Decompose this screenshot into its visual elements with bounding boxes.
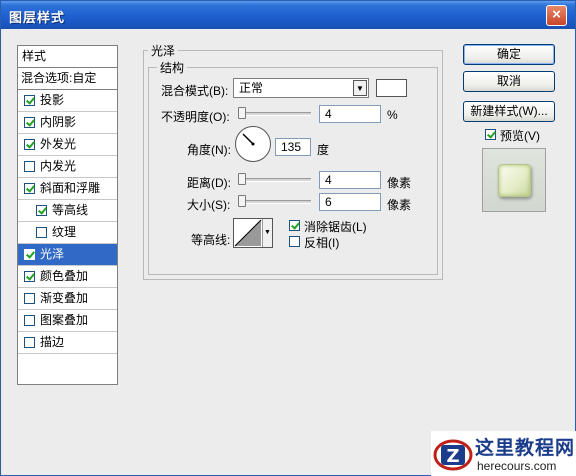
size-field[interactable]: 6: [319, 193, 381, 211]
size-unit: 像素: [387, 198, 412, 212]
style-item-label: 内发光: [40, 159, 77, 173]
style-item[interactable]: 投影: [18, 90, 117, 112]
dialog-body: 样式 混合选项:自定 投影 内阴影 外发光 内发光 斜面和浮雕 等高线 纹理 光泽 颜色叠加 渐变…: [3, 29, 575, 475]
size-slider[interactable]: [241, 200, 311, 204]
angle-label: 角度(N):: [187, 143, 231, 157]
style-checkbox-icon[interactable]: [24, 271, 35, 282]
site-watermark: Z 这里教程网 herecours.com: [431, 431, 576, 476]
angle-unit: 度: [317, 143, 330, 157]
close-button[interactable]: ×: [546, 5, 567, 26]
style-item[interactable]: 光泽: [18, 244, 117, 266]
style-item[interactable]: 渐变叠加: [18, 288, 117, 310]
style-item[interactable]: 图案叠加: [18, 310, 117, 332]
angle-needle-icon: [242, 133, 255, 146]
structure-group: 结构 混合模式(B): 正常 ▼ 不透明度(O): 4 % 角度(N): 135…: [148, 59, 438, 275]
style-item-label: 等高线: [52, 203, 89, 217]
preview-label: 预览(V): [500, 129, 540, 143]
contour-dropdown-icon[interactable]: ▼: [262, 219, 272, 247]
style-checkbox-icon[interactable]: [24, 337, 35, 348]
satin-group-title: 光泽: [148, 42, 179, 59]
title-bar[interactable]: 图层样式 ×: [1, 1, 575, 29]
contour-curve-icon: [234, 219, 262, 247]
style-checkbox-icon[interactable]: [24, 315, 35, 326]
blend-options-item[interactable]: 混合选项:自定: [18, 68, 117, 90]
style-checkbox-icon[interactable]: [24, 95, 35, 106]
opacity-slider[interactable]: [241, 112, 311, 116]
style-item[interactable]: 纹理: [18, 222, 117, 244]
angle-field[interactable]: 135: [275, 138, 311, 156]
style-preview: [482, 148, 546, 212]
structure-group-title: 结构: [157, 59, 188, 76]
opacity-slider-handle[interactable]: [238, 107, 246, 119]
opacity-label: 不透明度(O):: [161, 110, 230, 124]
site-logo-icon: Z: [433, 439, 473, 471]
preview-checkbox[interactable]: 预览(V): [485, 127, 555, 143]
blend-mode-label: 混合模式(B):: [161, 84, 229, 98]
ok-button[interactable]: 确定: [463, 44, 555, 65]
style-checkbox-icon[interactable]: [24, 183, 35, 194]
distance-slider-handle[interactable]: [238, 173, 246, 185]
size-slider-handle[interactable]: [238, 195, 246, 207]
style-checkbox-icon[interactable]: [24, 117, 35, 128]
distance-unit: 像素: [387, 176, 412, 190]
window-title: 图层样式: [9, 10, 66, 25]
new-style-button[interactable]: 新建样式(W)...: [463, 101, 555, 122]
distance-slider[interactable]: [241, 178, 311, 182]
style-checkbox-icon[interactable]: [24, 161, 35, 172]
invert-check-icon[interactable]: [289, 236, 300, 247]
angle-dial[interactable]: [235, 126, 271, 162]
anti-alias-label: 消除锯齿(L): [304, 220, 367, 234]
distance-field[interactable]: 4: [319, 171, 381, 189]
style-list-header[interactable]: 样式: [18, 46, 117, 68]
blend-mode-value: 正常: [239, 81, 264, 95]
color-swatch[interactable]: [376, 79, 407, 97]
opacity-field[interactable]: 4: [319, 105, 381, 123]
style-checkbox-icon[interactable]: [36, 227, 47, 238]
style-checkbox-icon[interactable]: [24, 249, 35, 260]
site-url: herecours.com: [477, 459, 557, 473]
preview-check-icon[interactable]: [485, 129, 496, 140]
size-label: 大小(S):: [187, 198, 231, 212]
style-item-label: 图案叠加: [40, 313, 89, 327]
style-item-label: 斜面和浮雕: [40, 181, 101, 195]
opacity-unit: %: [387, 108, 398, 122]
satin-group: 光泽 结构 混合模式(B): 正常 ▼ 不透明度(O): 4 % 角度(N):: [143, 42, 443, 280]
distance-label: 距离(D):: [187, 176, 231, 190]
style-item[interactable]: 等高线: [18, 200, 117, 222]
contour-label: 等高线:: [191, 233, 231, 247]
style-item-label: 投影: [40, 93, 65, 107]
contour-picker[interactable]: ▼: [233, 218, 273, 248]
cancel-button[interactable]: 取消: [463, 71, 555, 92]
layer-style-dialog: 图层样式 × 样式 混合选项:自定 投影 内阴影 外发光 内发光 斜面和浮雕 等高线 纹理光…: [0, 0, 576, 476]
style-item[interactable]: 斜面和浮雕: [18, 178, 117, 200]
style-item-label: 纹理: [52, 225, 77, 239]
style-checkbox-icon[interactable]: [36, 205, 47, 216]
style-checkbox-icon[interactable]: [24, 293, 35, 304]
style-item[interactable]: 描边: [18, 332, 117, 354]
preview-swatch: [498, 164, 531, 197]
style-item-label: 外发光: [40, 137, 77, 151]
anti-alias-check-icon[interactable]: [289, 220, 300, 231]
site-name: 这里教程网: [475, 437, 576, 459]
style-item-label: 内阴影: [40, 115, 77, 129]
style-item[interactable]: 内发光: [18, 156, 117, 178]
style-items: 投影内阴影外发光内发光斜面和浮雕等高线纹理光泽颜色叠加渐变叠加图案叠加描边: [18, 90, 117, 354]
style-list: 样式 混合选项:自定 投影内阴影外发光内发光斜面和浮雕等高线纹理光泽颜色叠加渐变…: [17, 45, 118, 385]
style-item-label: 渐变叠加: [40, 291, 89, 305]
style-item-label: 颜色叠加: [40, 269, 89, 283]
invert-label: 反相(I): [304, 236, 340, 250]
logo-letter: Z: [446, 446, 459, 467]
style-item[interactable]: 外发光: [18, 134, 117, 156]
chevron-down-icon: ▼: [353, 80, 367, 96]
blend-mode-select[interactable]: 正常 ▼: [233, 78, 369, 98]
style-item[interactable]: 颜色叠加: [18, 266, 117, 288]
style-checkbox-icon[interactable]: [24, 139, 35, 150]
style-item-label: 光泽: [40, 247, 65, 261]
style-item[interactable]: 内阴影: [18, 112, 117, 134]
style-item-label: 描边: [40, 335, 65, 349]
